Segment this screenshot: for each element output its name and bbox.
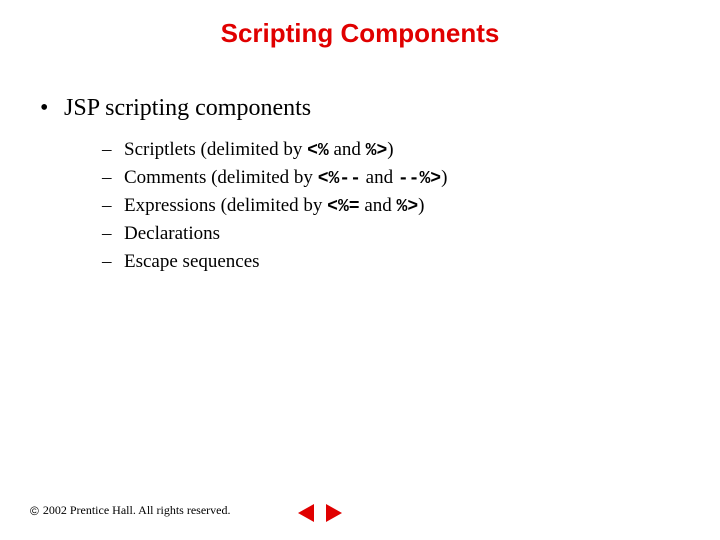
sub-list: –Scriptlets (delimited by <% and %>) –Co…: [102, 136, 680, 275]
dash-icon: –: [102, 164, 124, 192]
triangle-right-icon: [326, 504, 342, 522]
code-token: --%>: [398, 169, 441, 189]
sub-text: and: [361, 167, 398, 188]
sub-item: –Escape sequences: [102, 248, 680, 276]
sub-item: –Declarations: [102, 220, 680, 248]
code-token: <%: [307, 141, 329, 161]
prev-button[interactable]: [295, 504, 317, 522]
dash-icon: –: [102, 248, 124, 276]
sub-text: Declarations: [124, 223, 220, 244]
slide: Scripting Components •JSP scripting comp…: [0, 0, 720, 540]
bullet-level1: •JSP scripting components: [40, 95, 680, 122]
sub-text: Expressions (delimited by: [124, 195, 327, 216]
sub-text: Comments (delimited by: [124, 167, 318, 188]
sub-text: and: [329, 139, 366, 160]
dash-icon: –: [102, 220, 124, 248]
sub-text: ): [418, 195, 424, 216]
bullet-text: JSP scripting components: [64, 95, 311, 121]
sub-text: ): [387, 139, 393, 160]
code-token: <%=: [327, 197, 359, 217]
sub-text: Scriptlets (delimited by: [124, 139, 307, 160]
sub-item: –Scriptlets (delimited by <% and %>): [102, 136, 680, 164]
triangle-left-icon: [298, 504, 314, 522]
dash-icon: –: [102, 192, 124, 220]
sub-item: –Expressions (delimited by <%= and %>): [102, 192, 680, 220]
sub-text: and: [360, 195, 397, 216]
next-button[interactable]: [323, 504, 345, 522]
nav-controls: [295, 504, 345, 522]
slide-title: Scripting Components: [0, 18, 720, 49]
sub-text: Escape sequences: [124, 251, 260, 272]
code-token: %>: [366, 141, 388, 161]
sub-text: ): [441, 167, 447, 188]
sub-item: –Comments (delimited by <%-- and --%>): [102, 164, 680, 192]
bullet-marker: •: [40, 95, 64, 122]
code-token: %>: [397, 197, 419, 217]
footer-text: 2002 Prentice Hall. All rights reserved.: [43, 503, 231, 518]
copyright-icon: ©: [30, 504, 39, 518]
footer: © 2002 Prentice Hall. All rights reserve…: [30, 503, 230, 518]
dash-icon: –: [102, 136, 124, 164]
code-token: <%--: [318, 169, 361, 189]
slide-content: •JSP scripting components –Scriptlets (d…: [40, 95, 680, 275]
